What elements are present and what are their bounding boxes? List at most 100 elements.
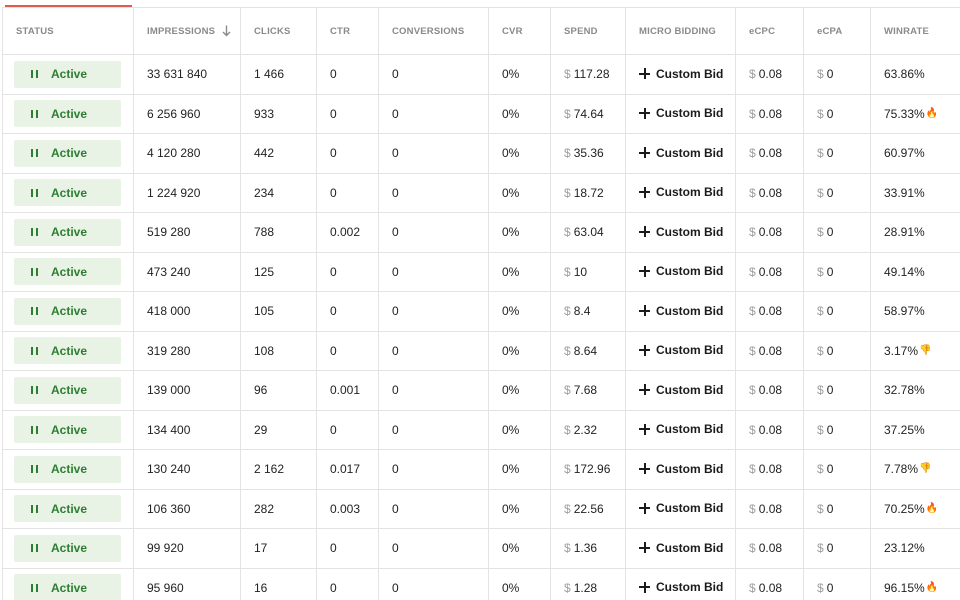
ecpc-cell: $0.08 <box>735 528 804 569</box>
column-header-clicks[interactable]: CLICKS <box>240 7 317 55</box>
status-toggle-button[interactable]: Active <box>14 376 121 404</box>
custom-bid-button[interactable]: Custom Bid <box>639 422 723 436</box>
custom-bid-button[interactable]: Custom Bid <box>639 383 723 397</box>
clicks-cell: 108 <box>240 330 317 371</box>
status-toggle-button[interactable]: Active <box>14 534 121 562</box>
custom-bid-button[interactable]: Custom Bid <box>639 67 723 81</box>
spend-value: 1.36 <box>573 541 598 556</box>
custom-bid-button[interactable]: Custom Bid <box>639 185 723 199</box>
status-label: Active <box>51 106 88 121</box>
spend-cell: $1.28 <box>550 567 626 600</box>
status-toggle-button[interactable]: Active <box>14 495 121 523</box>
custom-bid-button[interactable]: Custom Bid <box>639 106 723 120</box>
sort-descending-icon[interactable] <box>222 25 231 37</box>
winrate-cell: 60.97% <box>870 133 960 174</box>
conversions-cell: 0 <box>378 528 489 569</box>
ecpa-value: 0 <box>826 106 834 121</box>
custom-bid-button[interactable]: Custom Bid <box>639 501 723 515</box>
ctr-cell: 0 <box>316 54 379 95</box>
column-header-winrate[interactable]: WINRATE <box>870 7 960 55</box>
custom-bid-button[interactable]: Custom Bid <box>639 264 723 278</box>
plus-icon <box>639 305 650 316</box>
ctr-cell: 0.001 <box>316 370 379 411</box>
status-toggle-button[interactable]: Active <box>14 455 121 483</box>
winrate-cell: 70.25%🔥 <box>870 488 960 529</box>
custom-bid-label: Custom Bid <box>656 422 724 436</box>
spend-cell: $117.28 <box>550 54 626 95</box>
impressions-cell: 4 120 280 <box>133 133 241 174</box>
status-label: Active <box>51 264 88 279</box>
custom-bid-button[interactable]: Custom Bid <box>639 580 723 594</box>
ctr-cell: 0 <box>316 528 379 569</box>
table-row: Active 95 960 16 0 0 0% $1.28 Custom Bid… <box>2 567 960 600</box>
clicks-cell: 29 <box>240 409 317 450</box>
status-toggle-button[interactable]: Active <box>14 574 121 600</box>
ecpc-cell: $0.08 <box>735 370 804 411</box>
winrate-value: 7.78% <box>884 462 919 477</box>
column-header-spend[interactable]: SPEND <box>550 7 626 55</box>
spend-value: 18.72 <box>573 185 604 200</box>
custom-bid-button[interactable]: Custom Bid <box>639 343 723 357</box>
spend-cell: $74.64 <box>550 93 626 134</box>
column-header-micro-bidding[interactable]: MICRO BIDDING <box>625 7 736 55</box>
conversions-cell: 0 <box>378 133 489 174</box>
column-header-ecpc[interactable]: eCPC <box>735 7 804 55</box>
custom-bid-label: Custom Bid <box>656 382 724 397</box>
status-toggle-button[interactable]: Active <box>14 258 121 286</box>
currency-symbol: $ <box>817 185 824 200</box>
custom-bid-button[interactable]: Custom Bid <box>639 225 723 239</box>
currency-symbol: $ <box>564 501 571 516</box>
status-label: Active <box>51 225 88 240</box>
status-label: Active <box>51 304 88 319</box>
ecpc-value: 0.08 <box>758 67 783 82</box>
custom-bid-button[interactable]: Custom Bid <box>639 146 723 160</box>
custom-bid-button[interactable]: Custom Bid <box>639 541 723 555</box>
column-header-ctr[interactable]: CTR <box>316 7 379 55</box>
status-toggle-button[interactable]: Active <box>14 179 121 207</box>
status-toggle-button[interactable]: Active <box>14 218 121 246</box>
impressions-cell: 99 920 <box>133 528 241 569</box>
status-label: Active <box>51 67 88 82</box>
status-toggle-button[interactable]: Active <box>14 297 121 325</box>
status-toggle-button[interactable]: Active <box>14 416 121 444</box>
status-label: Active <box>51 422 88 437</box>
column-header-ecpa[interactable]: eCPA <box>803 7 871 55</box>
custom-bid-button[interactable]: Custom Bid <box>639 304 723 318</box>
status-toggle-button[interactable]: Active <box>14 60 121 88</box>
winrate-cell: 32.78% <box>870 370 960 411</box>
currency-symbol: $ <box>749 106 756 121</box>
custom-bid-button[interactable]: Custom Bid <box>639 462 723 476</box>
clicks-cell: 125 <box>240 251 317 292</box>
status-toggle-button[interactable]: Active <box>14 337 121 365</box>
winrate-value: 96.15% <box>884 580 925 595</box>
ctr-cell: 0 <box>316 409 379 450</box>
ecpa-value: 0 <box>826 146 834 161</box>
cvr-cell: 0% <box>488 409 551 450</box>
plus-icon <box>639 542 650 553</box>
ecpc-cell: $0.08 <box>735 409 804 450</box>
status-cell: Active <box>2 54 134 95</box>
status-toggle-button[interactable]: Active <box>14 100 121 128</box>
ecpa-cell: $0 <box>803 93 871 134</box>
column-header-impressions[interactable]: IMPRESSIONS <box>133 7 241 55</box>
currency-symbol: $ <box>564 67 571 82</box>
status-cell: Active <box>2 488 134 529</box>
winrate-cell: 37.25% <box>870 409 960 450</box>
impressions-cell: 319 280 <box>133 330 241 371</box>
column-header-cvr[interactable]: CVR <box>488 7 551 55</box>
column-header-conversions[interactable]: CONVERSIONS <box>378 7 489 55</box>
status-toggle-button[interactable]: Active <box>14 139 121 167</box>
ecpa-cell: $0 <box>803 133 871 174</box>
impressions-cell: 418 000 <box>133 291 241 332</box>
winrate-cell: 58.97% <box>870 291 960 332</box>
ecpc-value: 0.08 <box>758 225 783 240</box>
pause-icon <box>31 465 38 474</box>
currency-symbol: $ <box>749 67 756 82</box>
column-header-status[interactable]: STATUS <box>2 7 134 55</box>
ecpa-value: 0 <box>826 501 834 516</box>
clicks-cell: 16 <box>240 567 317 600</box>
ctr-cell: 0 <box>316 251 379 292</box>
custom-bid-label: Custom Bid <box>656 66 724 81</box>
ecpa-value: 0 <box>826 422 834 437</box>
custom-bid-label: Custom Bid <box>656 145 724 160</box>
